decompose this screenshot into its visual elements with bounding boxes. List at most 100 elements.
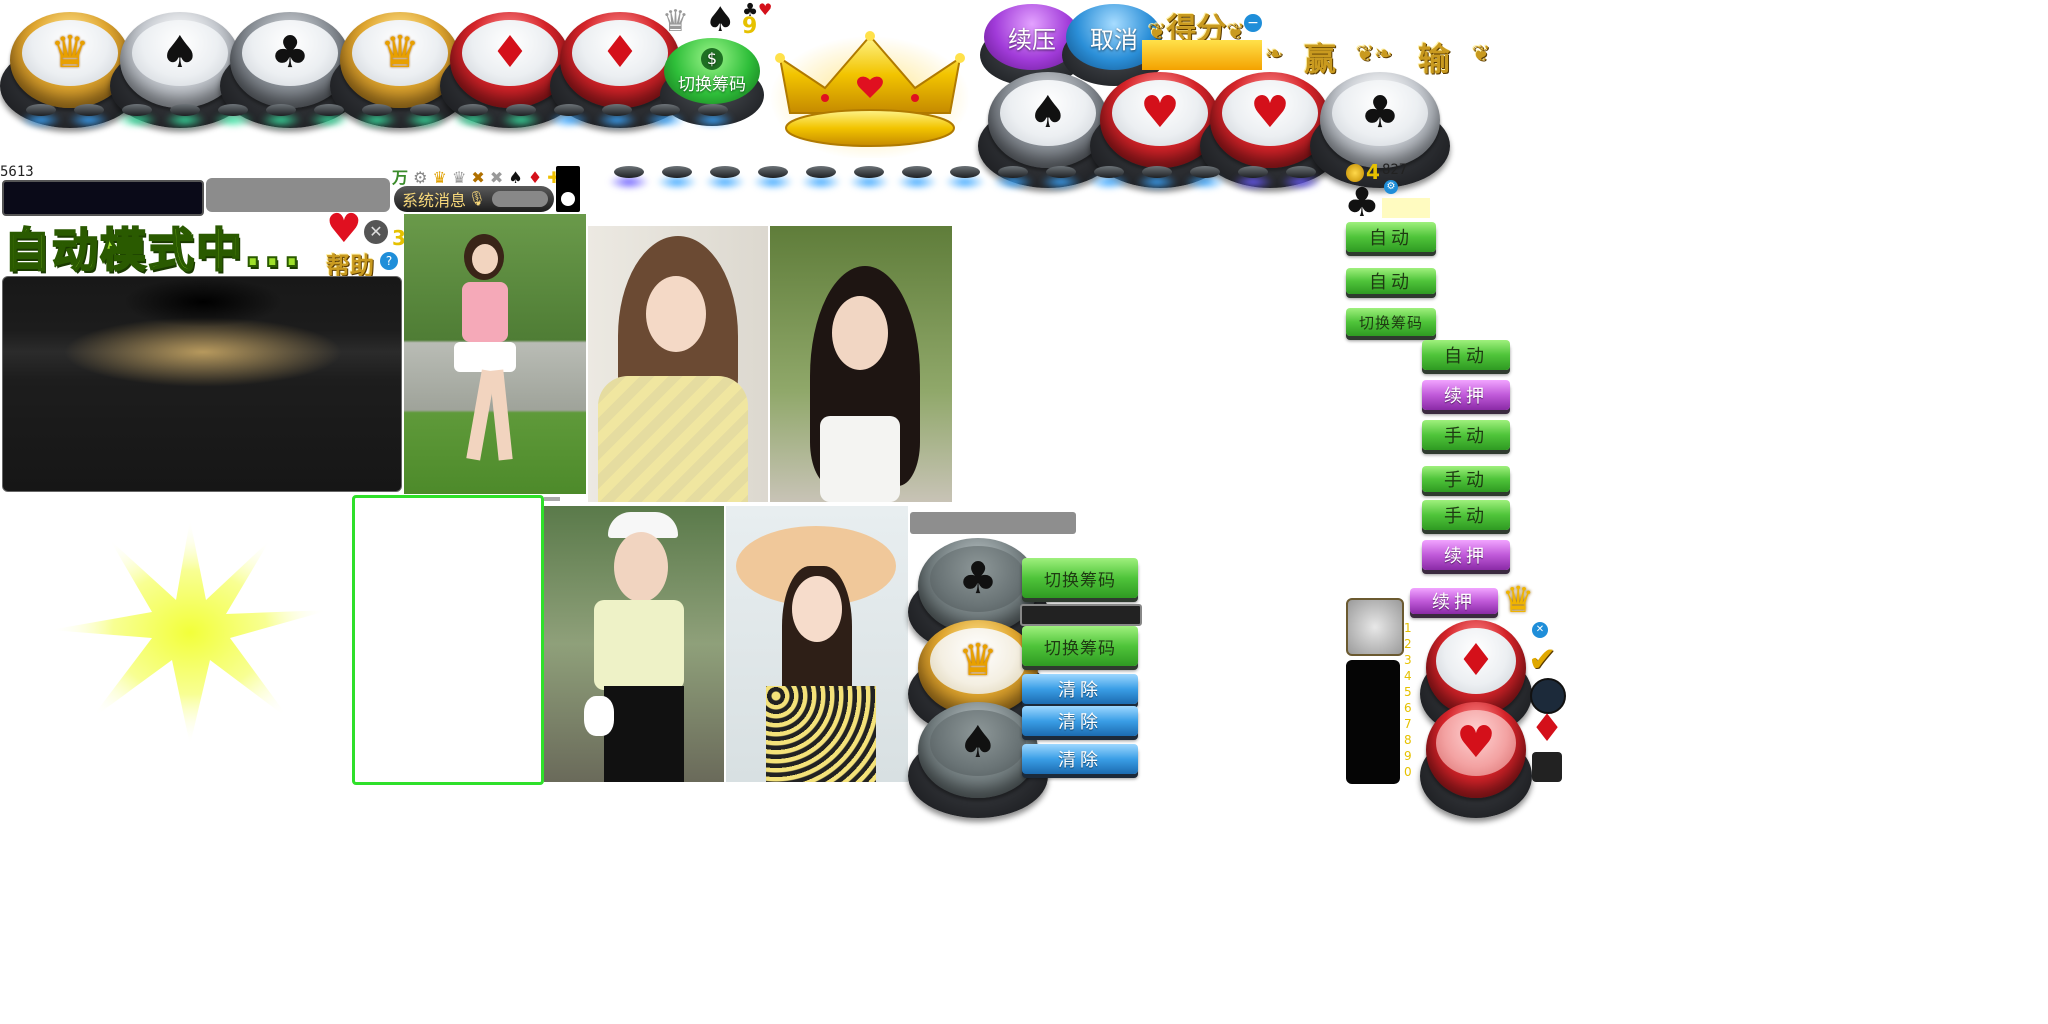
wan-label: 万: [392, 168, 409, 187]
clear-button-3[interactable]: 清除: [1022, 744, 1138, 774]
switch-chip-label: 切换筹码: [1044, 570, 1116, 591]
manual-button-3[interactable]: 手动: [1422, 500, 1510, 530]
clear-label: 清除: [1058, 712, 1102, 733]
crown-outline-icon: ♛: [451, 168, 467, 187]
yellow-bar: [1382, 198, 1430, 218]
diamond-icon: ♦: [527, 168, 543, 187]
cancel-label: 取消: [1090, 25, 1138, 54]
frame-tab: [544, 497, 560, 501]
toggle-switch[interactable]: [556, 166, 580, 212]
credit-counter: 5613: [0, 164, 34, 180]
continue-bet-button-2[interactable]: 续押: [1422, 540, 1510, 570]
photo-girl-yellow-sweater: [588, 226, 768, 502]
tiny-heart-icon: ♥: [758, 0, 773, 19]
chip-button-silver-club[interactable]: ♣: [1310, 72, 1450, 190]
club-icon: ♣: [1344, 180, 1380, 226]
manual-label: 手动: [1444, 506, 1488, 527]
tall-black-panel: [1346, 660, 1400, 784]
light-puck-row-1: [20, 104, 740, 134]
big-crown-icon: [770, 31, 970, 158]
ornament-gold-3: ❦: [1472, 42, 1491, 67]
gear-icon: ⚙: [413, 168, 428, 187]
small-close-icon[interactable]: ✕: [1532, 622, 1548, 638]
club-icon: ♣: [958, 553, 998, 604]
help-icon[interactable]: ?: [380, 252, 398, 270]
heart-icon: ♥: [1250, 87, 1290, 138]
continue-bet-label: 续押: [1444, 546, 1488, 567]
continue-bet-button-3[interactable]: 续押: [1410, 588, 1498, 614]
gray-square-tile: [1346, 598, 1404, 656]
switch-chip-button-2[interactable]: 切换筹码: [1022, 626, 1138, 666]
photo-girl-white-top: [770, 226, 952, 502]
icon-strip: 万 ⚙ ♛ ♛ ✖ ✖ ♠ ♦ ✚ 4: [392, 164, 573, 188]
manual-label: 手动: [1444, 426, 1488, 447]
continue-bet-label: 续押: [1444, 386, 1488, 407]
bet-display: [206, 178, 390, 212]
diamond-icon: ♦: [490, 27, 530, 78]
diamond-icon: ♦: [1456, 635, 1496, 686]
message-input[interactable]: [491, 191, 548, 207]
dollar-icon: $: [701, 47, 723, 70]
small-crown-icon: ♛: [662, 4, 689, 39]
club-icon: ♣: [1360, 87, 1400, 138]
stage-panel: [2, 276, 402, 492]
switch-chip-label: 切换筹码: [1358, 313, 1423, 332]
gold-crown-icon: ♛: [1502, 580, 1535, 621]
switch-chip-button-right[interactable]: 切换筹码: [1346, 308, 1436, 336]
club-icon: ♣: [270, 27, 310, 78]
spade-icon: ♠: [958, 717, 998, 768]
close-icon[interactable]: ✕: [364, 220, 388, 244]
heart-icon: ♥: [1456, 717, 1496, 768]
cross-icon: ✖: [471, 168, 485, 187]
settings-icon[interactable]: ⚙: [1384, 180, 1398, 194]
clear-button-1[interactable]: 清除: [1022, 674, 1138, 704]
crown-icon: ♛: [958, 635, 998, 686]
switch-chip-label: 切换筹码: [1044, 638, 1116, 659]
continue-bet-label: 续押: [1432, 592, 1476, 613]
auto-button-3[interactable]: 自动: [1422, 340, 1510, 370]
manual-button-2[interactable]: 手动: [1422, 466, 1510, 492]
cross-grey-icon: ✖: [489, 168, 504, 187]
crown-icon: ♛: [380, 27, 420, 78]
red-diamond-icon: ♦: [1530, 706, 1565, 750]
empty-photo-frame[interactable]: [352, 495, 544, 785]
auto-button-2[interactable]: 自动: [1346, 268, 1436, 294]
clear-label: 清除: [1058, 680, 1102, 701]
spade-icon: ♠: [160, 27, 200, 78]
small-digit: 9: [742, 14, 758, 39]
chip-button-red-heart-3[interactable]: ♥: [1420, 702, 1532, 820]
photo-girl-straw-hat: [726, 506, 908, 782]
small-spade-icon: ♠: [705, 0, 736, 40]
heart-icon: ♥: [1140, 87, 1180, 138]
score-bar: [1142, 40, 1262, 70]
system-message-bar: 系统消息 🎙: [394, 186, 554, 212]
auto-label: 自动: [1369, 228, 1413, 249]
auto-button-1[interactable]: 自动: [1346, 222, 1436, 252]
switch-chip-button-1[interactable]: 切换筹码: [1022, 558, 1138, 598]
dark-square-icon[interactable]: [1532, 752, 1562, 782]
spade-icon: ♠: [508, 168, 523, 187]
continue-bet-label: 续压: [1008, 25, 1056, 54]
yellow-burst-effect: [40, 510, 340, 750]
photo-girl-sitting: [404, 214, 586, 494]
switch-chip-label: 切换筹码: [678, 74, 746, 95]
ornament-gold-1: ❧: [1265, 42, 1284, 67]
credit-display: [2, 180, 204, 216]
dark-input-field[interactable]: [1020, 604, 1142, 626]
clear-label: 清除: [1058, 750, 1102, 771]
clear-button-2[interactable]: 清除: [1022, 706, 1138, 736]
ornament-gold-2: ❦❧: [1356, 42, 1393, 67]
spade-icon: ♠: [1028, 87, 1068, 138]
right-counter: 827: [1382, 162, 1408, 178]
continue-bet-button-1[interactable]: 续押: [1422, 380, 1510, 410]
manual-label: 手动: [1444, 470, 1488, 491]
light-puck-row-2: [608, 166, 1328, 196]
score-info-icon[interactable]: −: [1244, 14, 1262, 32]
diamond-icon: ♦: [600, 27, 640, 78]
checkmark-icon: ✔: [1528, 640, 1557, 680]
status-bar-gray: [910, 512, 1076, 534]
manual-button-1[interactable]: 手动: [1422, 420, 1510, 450]
crown-icon: ♛: [432, 168, 447, 187]
system-message-label: 系统消息: [402, 191, 467, 210]
crown-icon: ♛: [50, 27, 90, 78]
